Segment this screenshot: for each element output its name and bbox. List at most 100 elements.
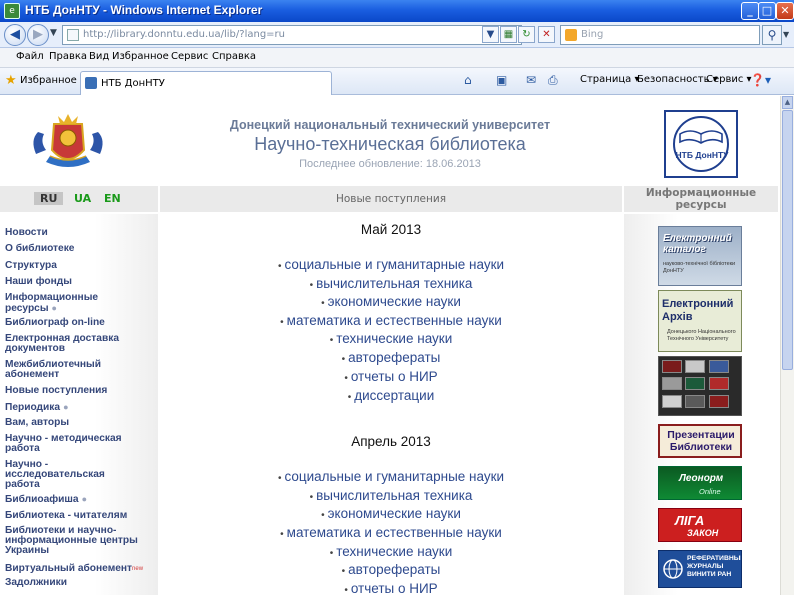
subject-link[interactable]: • социальные и гуманитарные науки — [160, 257, 622, 272]
bullet-icon: • — [277, 261, 282, 272]
subject-link[interactable]: • отчеты о НИР — [160, 581, 622, 595]
subject-link[interactable]: • диссертации — [160, 388, 622, 403]
subject-link[interactable]: • вычислительная техника — [160, 276, 622, 291]
nav-e-delivery[interactable]: Електронная доставка документов — [5, 333, 135, 354]
ie-page-icon: e — [4, 3, 20, 19]
vertical-scrollbar[interactable]: ▲ — [780, 96, 794, 595]
subject-link[interactable]: • вычислительная техника — [160, 488, 622, 503]
nav-bibliographer[interactable]: Библиограф on-line — [5, 317, 155, 328]
lang-en[interactable]: EN — [98, 192, 127, 205]
nav-virtual-loan[interactable]: Виртуальный абонементnew — [5, 563, 155, 574]
refresh-button[interactable]: ↻ — [518, 26, 535, 43]
nav-about[interactable]: О библиотеке — [5, 243, 155, 254]
subject-link[interactable]: • математика и естественные науки — [160, 313, 622, 328]
liga-zakon-banner[interactable]: ЛІГА ЗАКОН — [658, 508, 742, 542]
forward-button[interactable]: ▶ — [27, 24, 49, 46]
subject-link[interactable]: • технические науки — [160, 544, 622, 559]
presentations-title: Презентации Библиотеки — [667, 429, 735, 453]
favorites-star-icon[interactable]: ★ — [5, 73, 17, 88]
scroll-up-arrow-icon[interactable]: ▲ — [782, 96, 793, 109]
print-icon[interactable]: ⎙ — [548, 73, 558, 88]
menu-edit[interactable]: Правка — [49, 51, 87, 62]
library-book-logo[interactable]: НТБ ДонНТУ — [664, 110, 738, 178]
electronic-archive-banner[interactable]: Електронний Архів Донецького Національно… — [658, 290, 742, 352]
address-input[interactable]: http://library.donntu.edu.ua/lib/?lang=r… — [62, 25, 522, 45]
menu-help[interactable]: Справка — [212, 51, 256, 62]
site-header: Донецкий национальный технический универ… — [0, 96, 780, 184]
subject-link[interactable]: • авторефераты — [160, 350, 622, 365]
home-icon[interactable]: ⌂ — [464, 73, 472, 87]
resources-header-text: Информационные ресурсы — [645, 187, 757, 211]
leonorm-online-banner[interactable]: Леонорм Online — [658, 466, 742, 500]
tab-favicon — [85, 77, 97, 89]
nav-debtors[interactable]: Задолжники — [5, 577, 155, 588]
help-icon[interactable]: ❓▾ — [750, 73, 771, 87]
university-coat-of-arms-logo[interactable] — [28, 110, 108, 174]
nav-funds[interactable]: Наши фонды — [5, 276, 155, 287]
nav-periodicals[interactable]: Периодика ● — [5, 402, 155, 413]
search-options-dropdown-icon[interactable]: ▼ — [783, 30, 789, 39]
subject-link[interactable]: • социальные и гуманитарные науки — [160, 469, 622, 484]
lang-ru[interactable]: RU — [34, 192, 64, 205]
favorites-button[interactable]: Избранное — [20, 75, 77, 86]
bullet-icon: ● — [63, 402, 69, 412]
minimize-button[interactable]: _ — [741, 2, 759, 20]
search-button[interactable]: ⚲ — [762, 25, 782, 45]
nav-new-arrivals[interactable]: Новые поступления — [5, 385, 155, 396]
back-button[interactable]: ◀ — [4, 24, 26, 46]
page-menu[interactable]: Страница ▾ — [580, 74, 639, 85]
book-thumbnail — [685, 377, 705, 390]
nav-events-poster[interactable]: Библиоафиша ● — [5, 494, 155, 505]
menu-favorites[interactable]: Избранное — [112, 51, 169, 62]
nav-authors[interactable]: Вам, авторы — [5, 417, 155, 428]
bullet-icon: ● — [51, 303, 57, 313]
menu-bar: Файл Правка Вид Избранное Сервис Справка — [0, 48, 794, 68]
book-thumbnail — [662, 360, 682, 373]
window-titlebar[interactable]: e НТБ ДонНТУ - Windows Internet Explorer… — [0, 0, 794, 22]
books-collage-banner[interactable] — [658, 356, 742, 416]
tools-menu[interactable]: Сервис ▾ — [706, 74, 752, 85]
subject-link[interactable]: • технические науки — [160, 331, 622, 346]
subject-link[interactable]: • авторефераты — [160, 562, 622, 577]
nav-ukraine-libraries[interactable]: Библиотеки и научно-информационные центр… — [5, 525, 155, 556]
subject-link[interactable]: • математика и естественные науки — [160, 525, 622, 540]
address-dropdown-icon[interactable]: ▼ — [482, 26, 499, 43]
nav-news[interactable]: Новости — [5, 227, 155, 238]
favorites-bar: ★ Избранное НТБ ДонНТУ ⌂ ▣ ✉ ⎙ Страница … — [0, 68, 794, 95]
electronic-catalog-banner[interactable]: Електронний каталог науково-технічної бі… — [658, 226, 742, 286]
book-thumbnail — [709, 395, 729, 408]
nav-research-work[interactable]: Научно - исследовательская работа — [5, 459, 125, 490]
last-update-date: Последнее обновление: 18.06.2013 — [299, 158, 481, 170]
stop-button[interactable]: ✕ — [538, 26, 555, 43]
subject-link[interactable]: • экономические науки — [160, 506, 622, 521]
subject-link[interactable]: • экономические науки — [160, 294, 622, 309]
library-presentations-banner[interactable]: Презентации Библиотеки — [658, 424, 742, 458]
new-badge: new — [132, 566, 144, 572]
catalog-subtitle: науково-технічної бібліотеки ДонНТУ — [663, 261, 736, 274]
close-button[interactable]: ✕ — [776, 2, 794, 20]
nav-interlibrary-loan[interactable]: Межбиблиотечный абонемент — [5, 359, 125, 380]
resources-header: Информационные ресурсы — [624, 186, 778, 212]
scrollbar-thumb[interactable] — [782, 110, 793, 370]
menu-file[interactable]: Файл — [16, 51, 44, 62]
referative-journals-banner[interactable]: РЕФЕРАТИВНЫЕ ЖУРНАЛЫ ВИНИТИ РАН — [658, 550, 742, 588]
history-dropdown-icon[interactable]: ▼ — [50, 28, 57, 38]
book-thumbnail — [662, 377, 682, 390]
nav-info-resources[interactable]: Информационные ресурсы ● — [5, 292, 115, 314]
nav-for-readers[interactable]: Библиотека - читателям — [5, 510, 155, 521]
menu-view[interactable]: Вид — [89, 51, 109, 62]
feeds-icon[interactable]: ▣ — [496, 73, 507, 87]
address-text: http://library.donntu.edu.ua/lib/?lang=r… — [83, 29, 285, 40]
nav-structure[interactable]: Структура — [5, 260, 155, 271]
bullet-icon: • — [277, 473, 282, 484]
menu-tools[interactable]: Сервис — [171, 51, 208, 62]
nav-methodical-work[interactable]: Научно - методическая работа — [5, 433, 135, 454]
browser-tab[interactable]: НТБ ДонНТУ — [80, 71, 332, 95]
maximize-button[interactable]: □ — [758, 2, 776, 20]
subject-link[interactable]: • отчеты о НИР — [160, 369, 622, 384]
search-input[interactable]: Bing — [560, 25, 760, 45]
mail-icon[interactable]: ✉ — [526, 73, 536, 87]
info-resources-column: Електронний каталог науково-технічної бі… — [624, 214, 778, 595]
lang-ua[interactable]: UA — [68, 192, 97, 205]
compatibility-view-icon[interactable]: ▦ — [500, 26, 517, 43]
